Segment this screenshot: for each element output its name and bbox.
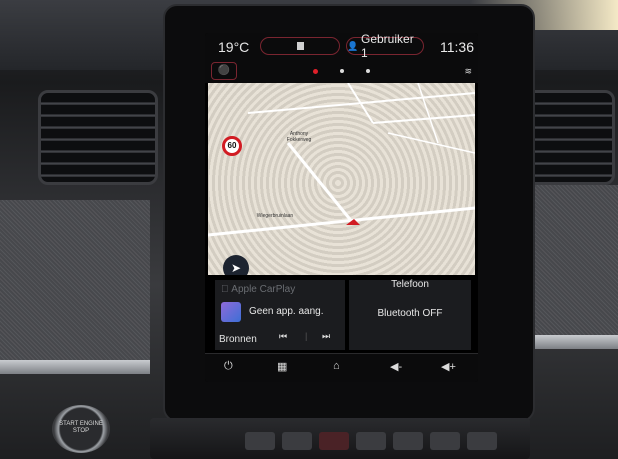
page-dots (313, 69, 370, 74)
volume-down-icon[interactable]: ◀- (390, 360, 402, 373)
volume-up-icon[interactable]: ◀+ (441, 360, 456, 373)
start-engine-label: START ENGINE STOP (59, 421, 103, 434)
home-icon[interactable]: ⌂ (333, 360, 340, 372)
hardware-key[interactable] (282, 432, 312, 450)
connectivity-icon: ≋ (464, 66, 472, 76)
hardware-key[interactable] (245, 432, 275, 450)
user-name: Gebruiker 1 (361, 33, 414, 60)
phone-widget[interactable]: Telefoon Bluetooth OFF (349, 279, 471, 350)
hazard-key[interactable] (319, 432, 349, 450)
page-dot-active[interactable] (313, 69, 318, 74)
chrome-trim-right (528, 335, 618, 349)
chrome-trim-left (0, 360, 150, 374)
hardware-key[interactable] (430, 432, 460, 450)
sources-button[interactable]: Bronnen (219, 334, 257, 345)
previous-track-icon[interactable]: ⏮ (279, 331, 287, 342)
back-icon[interactable]: ⏻ (224, 360, 233, 373)
page-indicator-row: ⚫ ≋ (205, 61, 478, 83)
car-settings-button[interactable]: ⚫ (211, 62, 237, 80)
outside-temperature: 19°C (218, 39, 250, 55)
compass-button[interactable]: ➤ (223, 255, 249, 275)
carplay-title:  Apple CarPlay (221, 284, 295, 295)
bottom-navigation-bar: ⏻ ▦ ⌂ ◀- ◀+ (205, 353, 478, 382)
user-icon: 👤 (347, 41, 359, 51)
street-label: Anthony Fokkerweg (286, 131, 312, 143)
now-playing-text: Geen app. aang. (249, 306, 324, 317)
bluetooth-status: Bluetooth OFF (377, 308, 443, 319)
car-icon: ⚫ (217, 65, 231, 76)
divider: | (305, 331, 308, 341)
hardware-key[interactable] (467, 432, 497, 450)
fabric-panel-left (0, 200, 150, 360)
app-artwork-icon (221, 302, 241, 322)
start-engine-button[interactable]: START ENGINE STOP (52, 405, 110, 453)
stop-icon (296, 42, 304, 50)
next-track-icon[interactable]: ⏭ (322, 331, 330, 342)
user-profile-pill[interactable]: 👤 Gebruiker 1 (346, 33, 424, 60)
hardware-key[interactable] (356, 432, 386, 450)
apple-icon:  (221, 284, 229, 295)
hardware-key[interactable] (393, 432, 423, 450)
infotainment-screen: 19°C 👤 Gebruiker 1 11:36 ⚫ ≋ 60 Anthony … (205, 33, 478, 382)
carplay-title-text: Apple CarPlay (221, 284, 295, 295)
page-dot[interactable] (340, 69, 344, 73)
apps-grid-icon[interactable]: ▦ (277, 360, 287, 373)
street-label: Wiegerbruinlaan (256, 213, 294, 219)
speed-limit-sign: 60 (222, 136, 242, 156)
carplay-widget[interactable]:  Apple CarPlay Geen app. aang. Bronnen … (215, 280, 345, 350)
navigation-map[interactable]: 60 Anthony Fokkerweg Wiegerbruinlaan ➤ (208, 83, 475, 275)
speed-limit-value: 60 (227, 141, 237, 150)
clock: 11:36 (440, 39, 474, 55)
navigation-arrow-icon: ➤ (230, 261, 242, 275)
air-vent-left (38, 90, 158, 185)
map-roads (208, 83, 475, 237)
fabric-panel-right (525, 185, 618, 335)
phone-title: Telefoon (391, 279, 429, 290)
status-bar: 19°C 👤 Gebruiker 1 11:36 (205, 33, 478, 61)
page-dot[interactable] (366, 69, 370, 73)
media-stop-pill[interactable] (260, 37, 340, 55)
